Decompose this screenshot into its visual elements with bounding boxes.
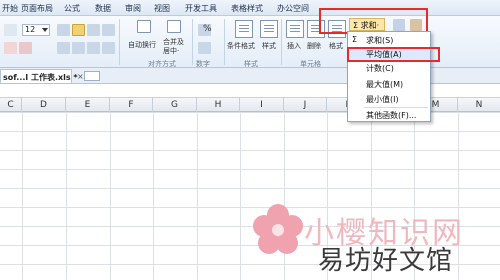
tab-office-space[interactable]: 办公空间 xyxy=(277,3,309,14)
format-button[interactable]: 格式 xyxy=(329,41,343,51)
menu-item-label: 其他函数(F)... xyxy=(366,111,417,120)
group-divider xyxy=(224,19,225,65)
group-divider xyxy=(119,19,120,65)
grid-line xyxy=(197,112,198,280)
tab-formulas[interactable]: 公式 xyxy=(64,3,80,14)
column-header[interactable]: C xyxy=(0,98,22,112)
menu-item-max[interactable]: 最大值(M) xyxy=(348,78,430,91)
tab-home[interactable]: 开始 xyxy=(2,3,18,14)
close-icon[interactable]: × xyxy=(77,72,84,81)
tab-data[interactable]: 数据 xyxy=(95,3,111,14)
column-header[interactable]: F xyxy=(110,98,153,112)
column-header[interactable]: I xyxy=(240,98,284,112)
grid-line xyxy=(240,112,241,280)
menu-item-label: 最小值(I) xyxy=(366,95,399,104)
merge-center-icon[interactable] xyxy=(167,20,181,33)
tab-view[interactable]: 视图 xyxy=(154,3,170,14)
font-name-icon[interactable] xyxy=(4,24,17,36)
watermark-subtitle: 易坊好文馆 xyxy=(318,246,454,276)
menu-item-sum[interactable]: Σ 求和(S) xyxy=(348,34,430,47)
tab-page-layout[interactable]: 页面布局 xyxy=(21,3,53,14)
delete-button[interactable]: 删除 xyxy=(307,41,321,51)
align-left-icon[interactable] xyxy=(57,42,70,54)
grid-line xyxy=(22,112,23,280)
decimal-increase-icon[interactable] xyxy=(198,42,211,54)
font-size-value: 12 xyxy=(25,25,36,34)
column-header[interactable]: E xyxy=(66,98,110,112)
menu-item-min[interactable]: 最小值(I) xyxy=(348,93,430,106)
tab-developer[interactable]: 开发工具 xyxy=(185,3,217,14)
style-button[interactable]: 样式 xyxy=(262,41,276,51)
font-color-icon[interactable] xyxy=(19,42,32,54)
column-header[interactable]: H xyxy=(197,98,240,112)
grid-line xyxy=(110,112,111,280)
align-top-icon[interactable] xyxy=(72,24,85,36)
new-document-button[interactable] xyxy=(84,71,100,81)
insert-icon[interactable] xyxy=(286,20,304,38)
document-tab-label: sof...l 工作表.xls * xyxy=(3,73,78,82)
column-header[interactable]: N xyxy=(458,98,500,112)
menu-divider xyxy=(364,107,428,108)
spreadsheet-app: 开始 页面布局 公式 数据 审阅 视图 开发工具 表格样式 办公空间 12 自动… xyxy=(0,0,500,280)
group-divider xyxy=(192,19,193,65)
menu-item-label: 计数(C) xyxy=(366,64,394,73)
column-header[interactable]: D xyxy=(22,98,66,112)
align-center-icon[interactable] xyxy=(72,42,85,54)
align-right-icon[interactable] xyxy=(87,42,100,54)
menu-item-more-functions[interactable]: 其他函数(F)... xyxy=(348,109,430,122)
justify-icon[interactable] xyxy=(102,42,115,54)
conditional-format-icon[interactable] xyxy=(235,20,253,38)
align-middle-icon[interactable] xyxy=(87,24,100,36)
fill-color-icon[interactable] xyxy=(4,42,17,54)
merge-center-button[interactable]: 合并及居中· xyxy=(163,38,189,56)
watermark: 小樱知识网 易坊好文馆 xyxy=(250,200,500,280)
tab-table-style[interactable]: 表格样式 xyxy=(231,3,263,14)
document-tab[interactable]: sof...l 工作表.xls * xyxy=(0,69,78,83)
chevron-down-icon xyxy=(42,28,48,32)
align-bottom-icon[interactable] xyxy=(102,24,115,36)
column-header[interactable]: G xyxy=(153,98,197,112)
wrap-text-button[interactable]: 自动换行 xyxy=(128,40,156,50)
average-highlight-box xyxy=(347,47,440,62)
menu-item-label: 最大值(M) xyxy=(366,80,404,89)
wrap-text-icon[interactable] xyxy=(137,20,151,33)
insert-button[interactable]: 插入 xyxy=(287,41,301,51)
style-icon[interactable] xyxy=(260,20,278,38)
tab-review[interactable]: 审阅 xyxy=(125,3,141,14)
sum-dropdown-menu: Σ 求和(S) 平均值(A) 计数(C) 最大值(M) 最小值(I) 其他函数(… xyxy=(347,31,431,122)
grow-font-icon[interactable] xyxy=(57,24,70,36)
sigma-icon: Σ xyxy=(352,35,358,44)
column-header[interactable]: J xyxy=(284,98,327,112)
cherry-blossom-logo xyxy=(253,204,303,254)
grid-line xyxy=(66,112,67,280)
grid-line xyxy=(153,112,154,280)
group-divider xyxy=(281,19,282,65)
font-size-select[interactable]: 12 xyxy=(22,24,50,36)
percent-button[interactable]: % xyxy=(203,24,212,34)
conditional-format-button[interactable]: 条件格式 xyxy=(227,41,255,51)
menu-item-count[interactable]: 计数(C) xyxy=(348,62,430,75)
menu-item-label: 求和(S) xyxy=(366,36,394,45)
